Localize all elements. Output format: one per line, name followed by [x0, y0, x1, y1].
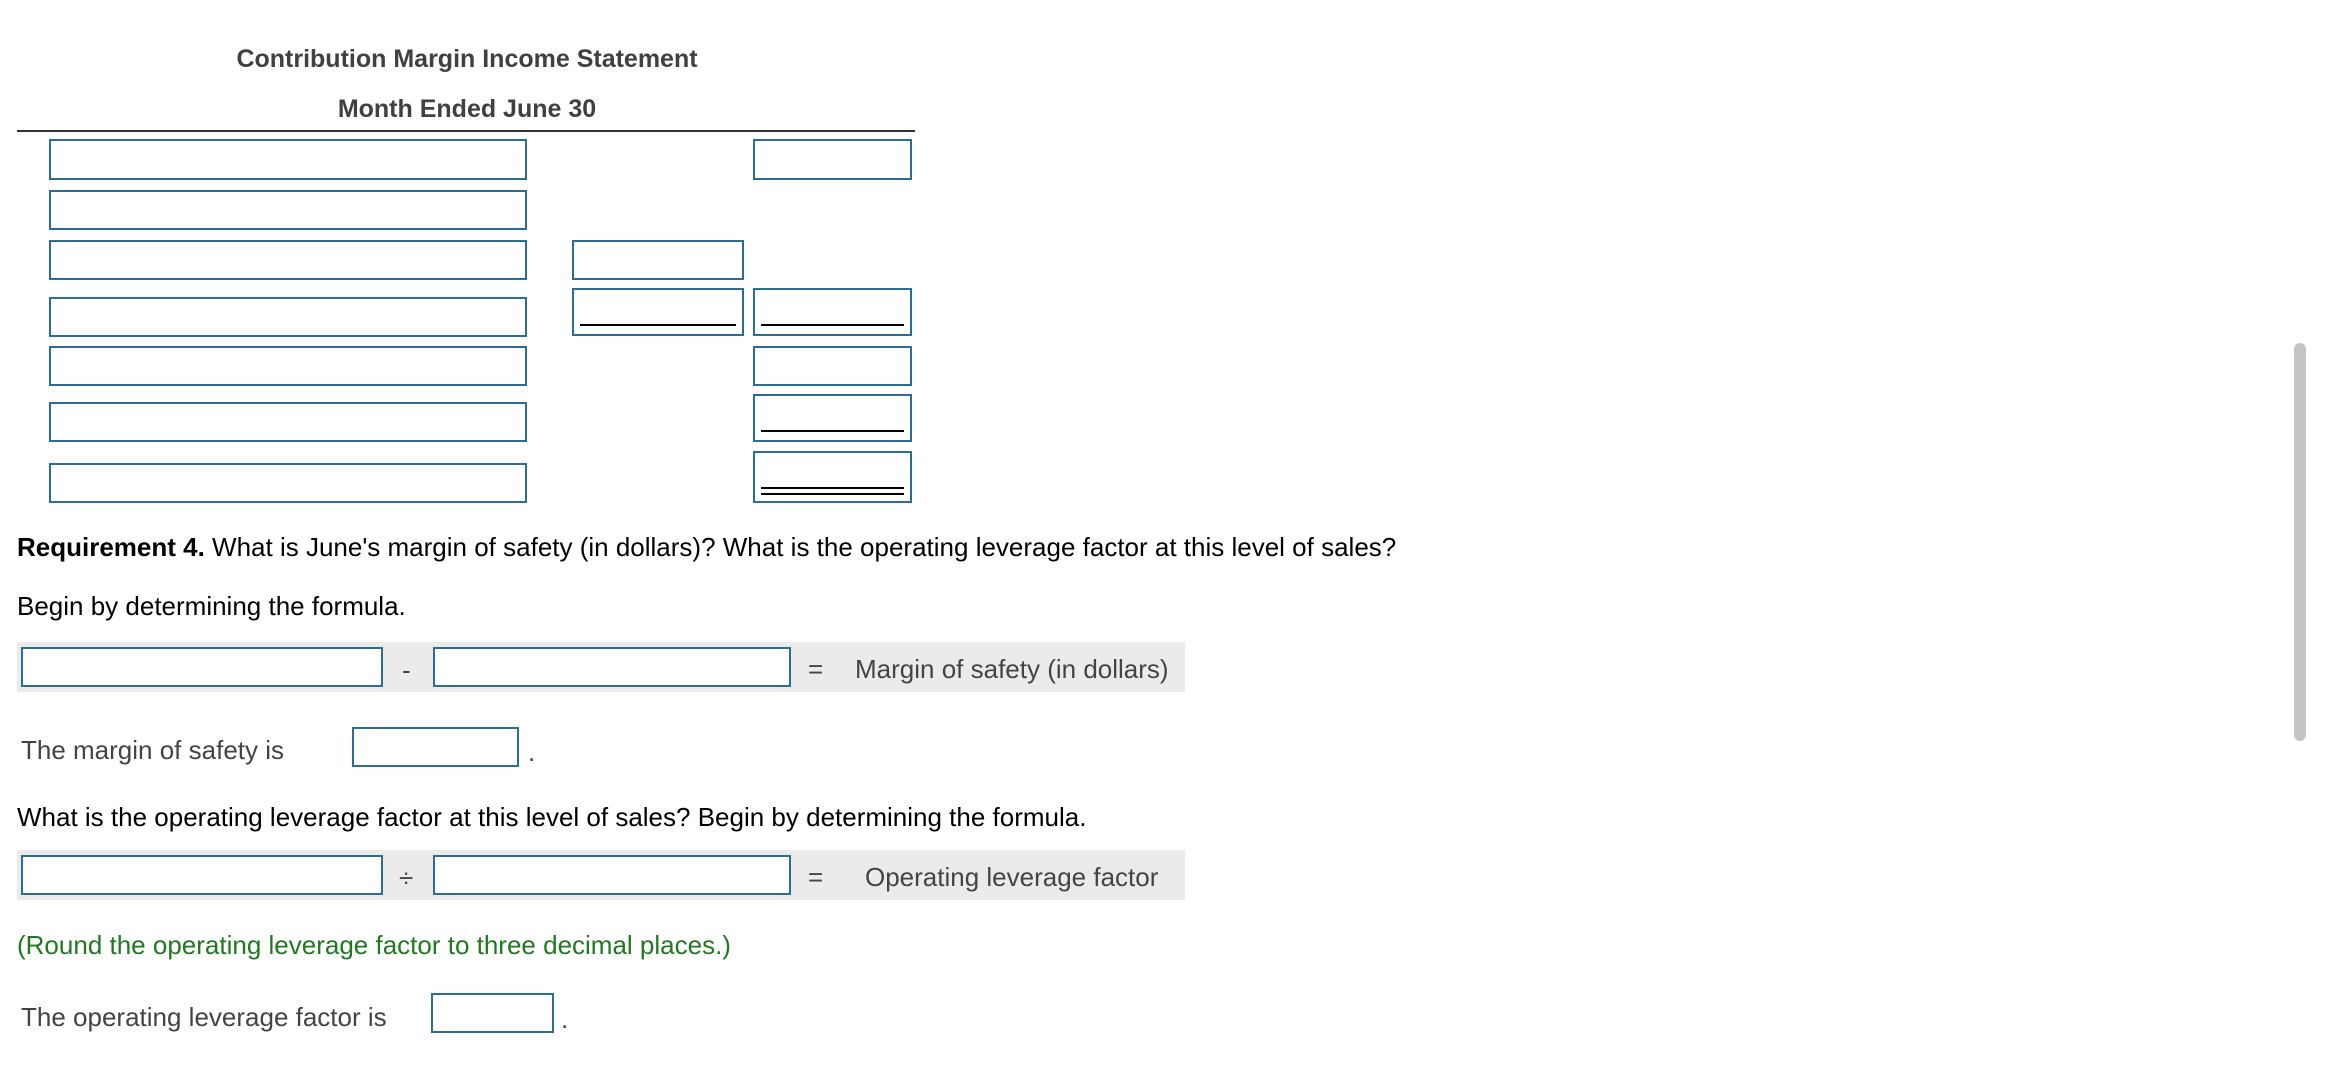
divide-operator: ÷: [399, 863, 414, 893]
margin-formula-input-2[interactable]: [433, 647, 791, 687]
margin-answer-period: .: [528, 737, 536, 767]
vertical-scrollbar[interactable]: [2294, 343, 2306, 741]
statement-title: Contribution Margin Income Statement: [236, 45, 698, 73]
leverage-answer-period: .: [561, 1004, 569, 1034]
statement-amount-right-4[interactable]: [753, 394, 912, 442]
statement-label-input-6[interactable]: [49, 402, 527, 442]
statement-amount-mid-2[interactable]: [572, 288, 744, 336]
statement-label-input-2[interactable]: [49, 190, 527, 230]
operating-leverage-input[interactable]: [431, 993, 554, 1033]
rounding-note: (Round the operating leverage factor to …: [17, 930, 731, 960]
statement-amount-right-3[interactable]: [753, 346, 912, 386]
leverage-question: What is the operating leverage factor at…: [17, 802, 1087, 832]
statement-amount-mid-1[interactable]: [572, 240, 744, 280]
statement-label-input-7[interactable]: [49, 463, 527, 503]
margin-answer-label: The margin of safety is: [21, 735, 284, 765]
requirement-4-question: Requirement 4. What is June's margin of …: [17, 532, 1396, 563]
margin-formula-input-1[interactable]: [21, 647, 383, 687]
leverage-formula-result-label: Operating leverage factor: [865, 862, 1159, 892]
margin-of-safety-input[interactable]: [352, 727, 519, 767]
statement-label-input-4[interactable]: [49, 297, 527, 337]
header-divider: [17, 130, 915, 132]
leverage-equals-sign: =: [808, 862, 824, 892]
margin-equals-sign: =: [808, 654, 824, 684]
statement-amount-right-5[interactable]: [753, 451, 912, 503]
leverage-answer-label: The operating leverage factor is: [21, 1002, 387, 1032]
statement-period: Month Ended June 30: [337, 95, 597, 123]
requirement-4-label: Requirement 4.: [17, 532, 205, 562]
statement-amount-right-2[interactable]: [753, 288, 912, 336]
requirement-4-instruction: Begin by determining the formula.: [17, 591, 406, 621]
statement-label-input-3[interactable]: [49, 240, 527, 280]
margin-formula-result-label: Margin of safety (in dollars): [855, 654, 1169, 684]
statement-label-input-1[interactable]: [49, 139, 527, 180]
leverage-formula-input-1[interactable]: [21, 855, 383, 895]
leverage-formula-input-2[interactable]: [433, 855, 791, 895]
requirement-4-text: What is June's margin of safety (in doll…: [204, 532, 1397, 562]
statement-amount-right-1[interactable]: [753, 139, 912, 180]
statement-label-input-5[interactable]: [49, 346, 527, 386]
minus-operator: -: [402, 655, 411, 685]
